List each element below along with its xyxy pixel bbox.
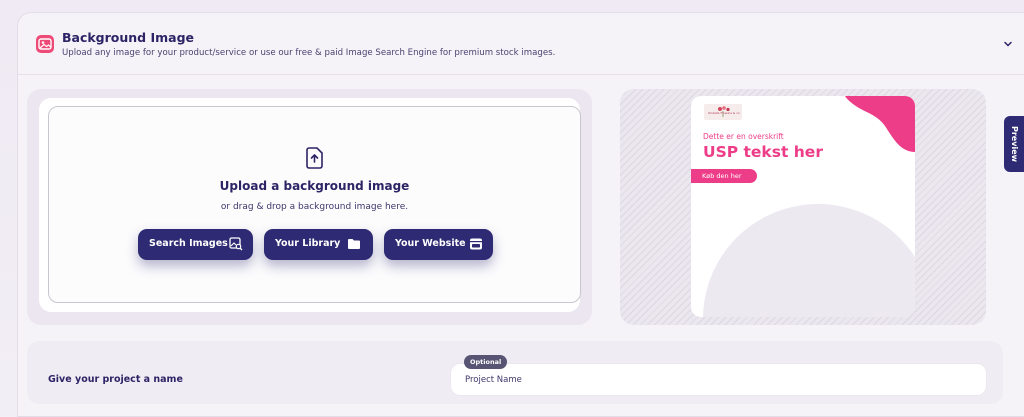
optional-badge: Optional	[464, 355, 508, 369]
project-name-input[interactable]	[450, 363, 987, 396]
upload-container: Upload a background image or drag & drop…	[27, 89, 592, 325]
ad-preview-area: Ondalla Flowers & co Dette er en overskr…	[620, 89, 986, 325]
ad-heading: Dette er en overskrift	[703, 132, 784, 141]
your-website-label: Your Website	[395, 238, 466, 249]
upload-card: Upload a background image or drag & drop…	[39, 98, 581, 312]
upload-title: Upload a background image	[219, 179, 410, 193]
your-website-button[interactable]: Your Website	[384, 229, 493, 260]
project-name-label: Give your project a name	[48, 374, 183, 385]
ad-corner-blob	[845, 96, 915, 152]
upload-dropzone[interactable]: Upload a background image or drag & drop…	[48, 106, 581, 303]
section-header[interactable]: Background Image Upload any image for yo…	[18, 13, 1024, 75]
ad-logo-text: Ondalla Flowers & co	[708, 111, 740, 115]
your-library-label: Your Library	[275, 238, 341, 249]
ad-logo: Ondalla Flowers & co	[704, 104, 742, 120]
search-images-label: Search Images	[149, 238, 228, 249]
upload-subtitle: or drag & drop a background image here.	[220, 202, 409, 212]
preview-tab-label: Preview	[1010, 126, 1019, 163]
preview-tab[interactable]: Preview	[1004, 116, 1024, 172]
ad-usp-text: USP tekst her	[703, 143, 823, 161]
ad-background-shape	[703, 204, 915, 317]
section-subtitle: Upload any image for your product/servic…	[62, 48, 556, 58]
your-library-button[interactable]: Your Library	[264, 229, 373, 260]
ad-cta-button: Køb den her	[691, 169, 757, 183]
upload-icon	[306, 147, 323, 169]
ad-preview-card: Ondalla Flowers & co Dette er en overskr…	[691, 96, 915, 317]
project-name-row: Give your project a name Optional	[27, 341, 1003, 404]
website-icon	[470, 238, 482, 250]
folder-icon	[348, 239, 360, 249]
chevron-down-icon[interactable]	[1002, 38, 1014, 50]
search-images-button[interactable]: Search Images	[138, 229, 253, 260]
section-title: Background Image	[62, 30, 195, 45]
image-icon	[36, 35, 54, 53]
image-search-icon	[229, 237, 243, 251]
